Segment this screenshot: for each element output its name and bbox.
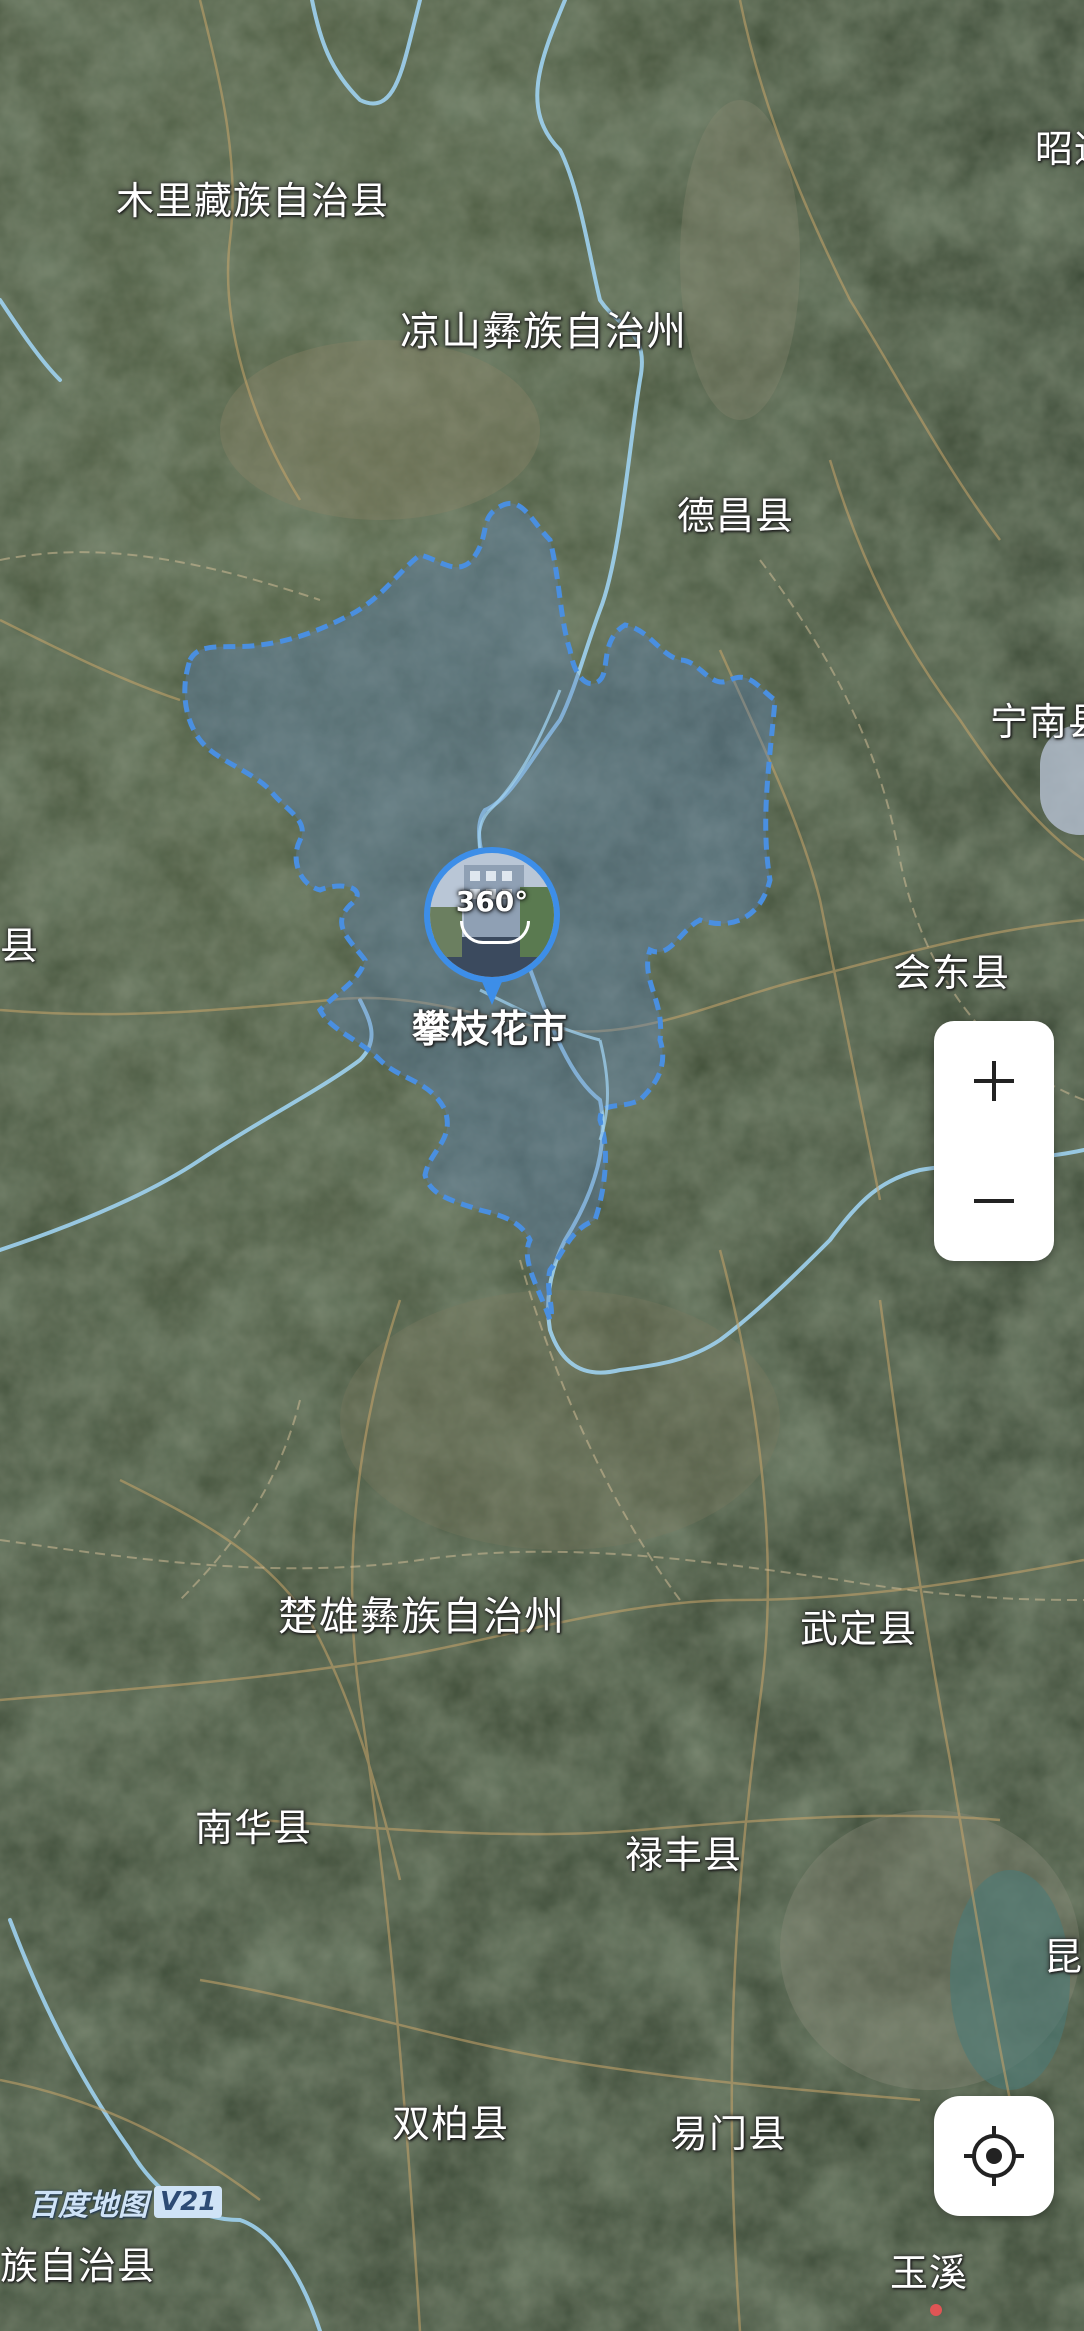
label-yuxi: 玉溪 (890, 2251, 969, 2295)
map-marker-dot (930, 2304, 942, 2316)
label-xian-left: 县 (0, 924, 40, 968)
brand-name: 百度地图 (28, 2188, 148, 2223)
locate-icon (964, 2126, 1024, 2186)
minus-icon (974, 1181, 1014, 1221)
zoom-controls (934, 1021, 1054, 1261)
label-nanhua: 南华县 (195, 1806, 313, 1850)
label-huidong: 会东县 (893, 951, 1011, 995)
label-chuxiong: 楚雄彝族自治州 (278, 1594, 565, 1640)
label-yimen: 易门县 (670, 2112, 788, 2156)
label-shuangbai: 双柏县 (392, 2102, 510, 2146)
label-zhaotong: 昭通 (1035, 127, 1084, 171)
label-liangshan: 凉山彝族自治州 (400, 309, 687, 355)
label-panzhihua[interactable]: 攀枝花市 (412, 1010, 568, 1048)
label-lufeng: 禄丰县 (625, 1833, 743, 1877)
locate-button[interactable] (934, 2096, 1054, 2216)
plus-icon (974, 1061, 1014, 1101)
label-wuding: 武定县 (800, 1607, 918, 1651)
label-muli: 木里藏族自治县 (116, 179, 390, 223)
panorama-badge: 360° (455, 885, 529, 918)
zoom-in-button[interactable] (934, 1021, 1054, 1141)
brand-version: V21 (154, 2186, 223, 2218)
baidu-map-logo: 百度地图 V21 (28, 2180, 223, 2224)
panorama-marker[interactable]: 360° (424, 847, 560, 1007)
label-kunming: 昆 (1044, 1935, 1084, 1979)
label-ningnan: 宁南县 (990, 700, 1084, 744)
zoom-out-button[interactable] (934, 1141, 1054, 1261)
label-dechang: 德昌县 (677, 494, 795, 538)
label-zizhixian: 族自治县 (0, 2244, 157, 2288)
